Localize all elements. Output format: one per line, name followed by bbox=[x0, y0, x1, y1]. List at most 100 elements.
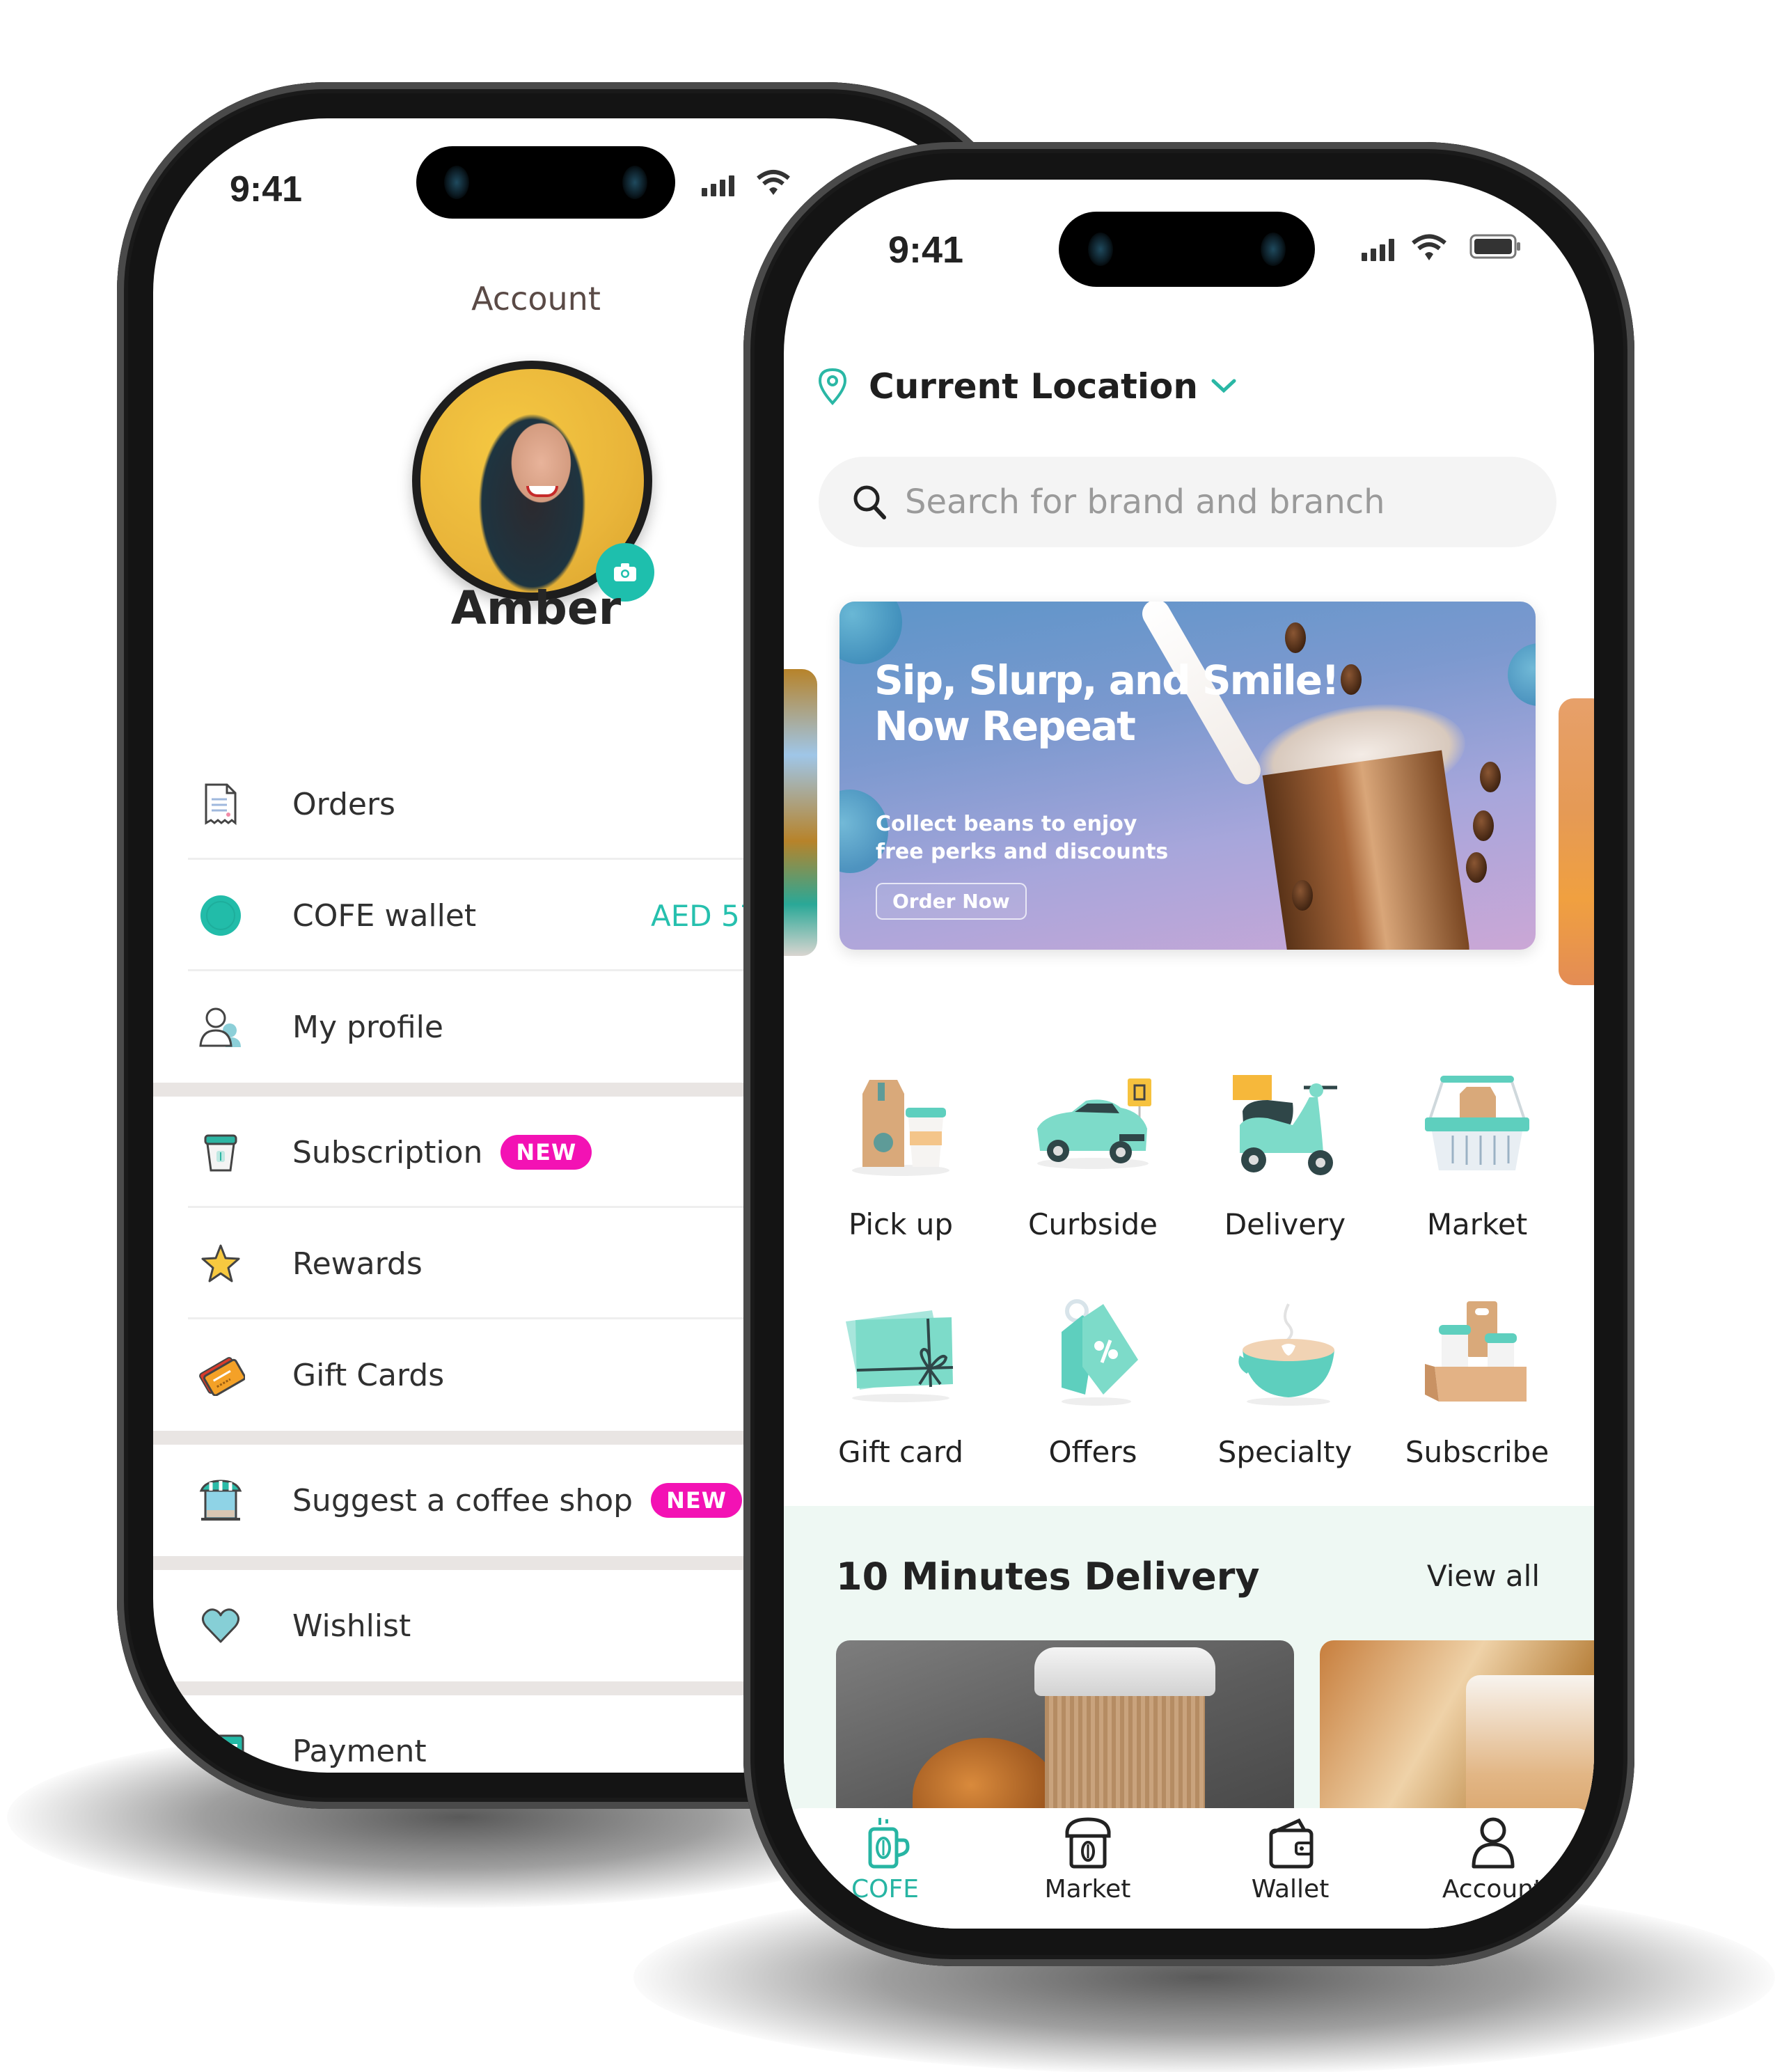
tab-wallet[interactable]: Wallet bbox=[1189, 1808, 1391, 1929]
new-badge: NEW bbox=[500, 1135, 592, 1170]
receipt-icon bbox=[196, 780, 245, 829]
promo-banner[interactable]: Sip, Slurp, and Smile! Now Repeat Collect… bbox=[839, 602, 1536, 950]
home-screen: 9:41 Current Location Search for brand a… bbox=[784, 180, 1594, 1929]
cup-lid-image bbox=[1034, 1647, 1215, 1696]
camera-lens-icon bbox=[444, 166, 469, 199]
view-all-link[interactable]: View all bbox=[1427, 1559, 1540, 1593]
wifi-icon bbox=[1412, 234, 1446, 260]
account-icon bbox=[1472, 1817, 1514, 1869]
home-phone: 9:41 Current Location Search for brand a… bbox=[743, 142, 1634, 1966]
category-offers[interactable]: Offers bbox=[997, 1290, 1189, 1469]
category-label: Gift card bbox=[837, 1435, 964, 1469]
gift-card-icon bbox=[196, 1351, 245, 1399]
menu-item-label: My profile bbox=[292, 1009, 443, 1045]
category-label: Market bbox=[1426, 1207, 1528, 1241]
decor-bubble bbox=[1508, 643, 1536, 706]
dynamic-island bbox=[416, 146, 675, 219]
dynamic-island bbox=[1059, 212, 1315, 287]
category-grid: Pick up Curbside Delivery Market Gift ca… bbox=[805, 1062, 1573, 1469]
category-label: Offers bbox=[1048, 1435, 1137, 1469]
carousel-next-card[interactable] bbox=[1559, 698, 1594, 985]
coffee-bean bbox=[1466, 852, 1487, 883]
menu-item-label: Wishlist bbox=[292, 1608, 411, 1644]
avatar-smile bbox=[526, 486, 558, 497]
battery-icon bbox=[1469, 234, 1520, 259]
category-gift-card[interactable]: Gift card bbox=[805, 1290, 997, 1469]
camera-icon bbox=[614, 563, 636, 581]
wallet-balance: AED 57 bbox=[651, 898, 759, 933]
latte-cup-icon bbox=[1222, 1290, 1348, 1415]
iced-coffee-cup bbox=[1262, 750, 1475, 950]
category-market[interactable]: Market bbox=[1381, 1062, 1573, 1241]
market-stall-icon bbox=[1065, 1817, 1110, 1869]
carousel-prev-card[interactable] bbox=[784, 669, 817, 956]
search-bar[interactable] bbox=[819, 457, 1556, 547]
signal-icon bbox=[702, 175, 734, 196]
category-label: Delivery bbox=[1224, 1207, 1346, 1241]
location-selector[interactable]: Current Location bbox=[817, 366, 1237, 407]
camera-lens-icon bbox=[1261, 233, 1286, 266]
tab-label: Wallet bbox=[1251, 1875, 1330, 1904]
camera-lens-icon bbox=[622, 166, 647, 199]
status-time: 9:41 bbox=[230, 169, 303, 210]
menu-item-label: Gift Cards bbox=[292, 1357, 445, 1393]
menu-item-label: Subscription bbox=[292, 1134, 483, 1170]
tab-market[interactable]: Market bbox=[986, 1808, 1189, 1929]
wifi-icon bbox=[757, 170, 790, 195]
bottom-tab-bar: COFE Market Wallet Account bbox=[784, 1808, 1594, 1929]
category-label: Specialty bbox=[1217, 1435, 1353, 1469]
scooter-icon bbox=[1222, 1062, 1348, 1188]
menu-item-label: Rewards bbox=[292, 1246, 423, 1282]
discount-tag-icon bbox=[1030, 1290, 1156, 1415]
category-pick-up[interactable]: Pick up bbox=[805, 1062, 997, 1241]
search-input[interactable] bbox=[905, 482, 1504, 521]
menu-item-label: COFE wallet bbox=[292, 897, 477, 934]
coffee-bean bbox=[1292, 880, 1313, 911]
signal-icon bbox=[1362, 239, 1394, 261]
heart-icon bbox=[196, 1601, 245, 1650]
camera-lens-icon bbox=[1088, 233, 1113, 266]
store-icon bbox=[196, 1476, 245, 1525]
gift-card-icon bbox=[838, 1290, 963, 1415]
menu-item-label: Payment bbox=[292, 1733, 427, 1769]
tab-label: Account bbox=[1442, 1875, 1544, 1904]
cup-carrier-icon bbox=[1414, 1290, 1540, 1415]
tab-cofe[interactable]: COFE bbox=[784, 1808, 986, 1929]
section-title: 10 Minutes Delivery bbox=[836, 1555, 1260, 1599]
decor-bubble bbox=[839, 602, 902, 664]
credit-card-icon bbox=[196, 1727, 245, 1773]
user-icon bbox=[196, 1003, 245, 1051]
basket-icon bbox=[1414, 1062, 1540, 1188]
status-time: 9:41 bbox=[888, 229, 964, 271]
banner-headline: Sip, Slurp, and Smile! Now Repeat bbox=[874, 657, 1340, 750]
order-now-button[interactable]: Order Now bbox=[876, 883, 1027, 920]
category-curbside[interactable]: Curbside bbox=[997, 1062, 1189, 1241]
location-label: Current Location bbox=[869, 366, 1198, 407]
tab-account[interactable]: Account bbox=[1391, 1808, 1594, 1929]
category-specialty[interactable]: Specialty bbox=[1189, 1290, 1381, 1469]
category-subscribe[interactable]: Subscribe bbox=[1381, 1290, 1573, 1469]
coffee-bean bbox=[1473, 810, 1494, 841]
category-label: Pick up bbox=[848, 1207, 954, 1241]
category-label: Curbside bbox=[1028, 1207, 1158, 1241]
menu-item-label: Orders bbox=[292, 786, 395, 822]
menu-item-label: Suggest a coffee shop bbox=[292, 1482, 633, 1518]
category-delivery[interactable]: Delivery bbox=[1189, 1062, 1381, 1241]
category-label: Subscribe bbox=[1405, 1435, 1550, 1469]
banner-subtext: Collect beans to enjoy free perks and dis… bbox=[876, 812, 1169, 864]
coffee-mug-icon bbox=[868, 1818, 910, 1869]
tab-label: COFE bbox=[851, 1875, 919, 1904]
wallet-icon bbox=[1269, 1818, 1313, 1869]
search-icon bbox=[853, 485, 886, 519]
tab-label: Market bbox=[1044, 1875, 1131, 1904]
cup-icon bbox=[196, 1128, 245, 1177]
map-pin-icon bbox=[818, 368, 847, 405]
coffee-bean bbox=[1480, 762, 1501, 792]
coin-icon bbox=[196, 891, 245, 940]
new-badge: NEW bbox=[651, 1483, 743, 1518]
coffee-bean bbox=[1285, 622, 1306, 653]
car-icon bbox=[1030, 1062, 1156, 1188]
coffee-bean bbox=[1341, 664, 1362, 695]
star-icon bbox=[196, 1239, 245, 1288]
pickup-bag-icon bbox=[838, 1062, 963, 1188]
